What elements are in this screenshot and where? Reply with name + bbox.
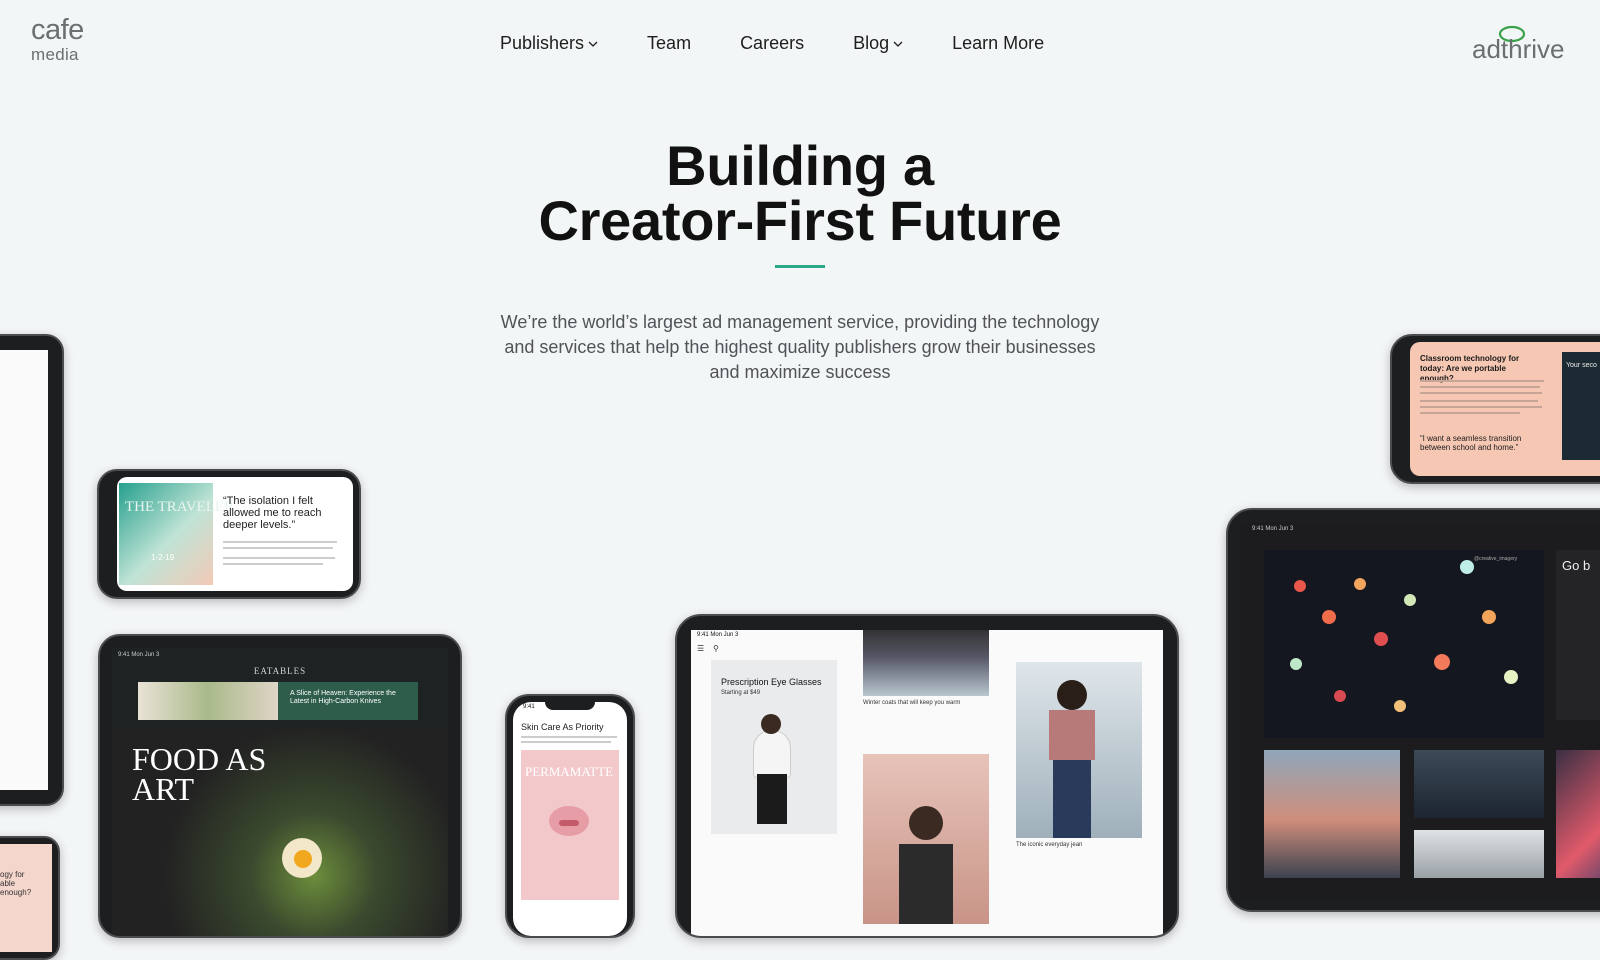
hero-title-line1: Building a bbox=[666, 134, 934, 197]
fashion-status: 9:41 Mon Jun 3 bbox=[697, 632, 739, 638]
sunset-photo[interactable] bbox=[1264, 750, 1400, 878]
bokeh-photo[interactable]: @creative_imagery bbox=[1264, 550, 1544, 738]
nav-careers-label: Careers bbox=[740, 33, 805, 53]
adthrive-wordmark: adthrive bbox=[1472, 34, 1565, 62]
card1-sub: Starting at $49 bbox=[721, 690, 761, 696]
phone-bottom-left-text: ogy for able enough? bbox=[0, 870, 32, 897]
nav-team[interactable]: Team bbox=[647, 33, 691, 54]
photo-side-text: Go b bbox=[1562, 558, 1591, 573]
hero-subtitle: We’re the world’s largest ad management … bbox=[500, 312, 1100, 382]
phone-classroom: Classroom technology for today: Are we p… bbox=[1390, 334, 1600, 484]
traveler-title: THE TRAVELER bbox=[125, 499, 235, 515]
search-icon: ⚲ bbox=[713, 644, 719, 653]
traveler-quote: “The isolation I felt allowed me to reac… bbox=[223, 495, 322, 531]
menu-icon: ☰ bbox=[697, 644, 705, 653]
classroom-quote: “I want a seamless transition between sc… bbox=[1420, 434, 1522, 452]
card3-caption: The iconic everyday jean bbox=[1016, 842, 1083, 848]
tablet-food: 9:41 Mon Jun 3 EATABLES A Slice of Heave… bbox=[98, 634, 462, 938]
skin-status: 9:41 bbox=[523, 704, 535, 710]
photo-handle: @creative_imagery bbox=[1474, 556, 1518, 562]
chevron-down-icon bbox=[893, 41, 903, 47]
card-winter-coats[interactable] bbox=[863, 630, 989, 696]
phone-skin: 9:41 Skin Care As Priority PERMAMATTE bbox=[505, 694, 635, 938]
nav-blog[interactable]: Blog bbox=[853, 33, 903, 54]
logo-line-media: media bbox=[31, 45, 79, 64]
nav-learn-more[interactable]: Learn More bbox=[952, 33, 1044, 54]
nav-team-label: Team bbox=[647, 33, 692, 53]
phone-bottom-left: ogy for able enough? bbox=[0, 836, 60, 960]
nav-careers[interactable]: Careers bbox=[740, 33, 804, 54]
adthrive-logo[interactable]: adthrive bbox=[1472, 24, 1572, 62]
nav-publishers[interactable]: Publishers bbox=[500, 33, 598, 54]
main-nav: Publishers Team Careers Blog Learn More bbox=[500, 33, 1044, 54]
phone-traveler: THE TRAVELER 1-2-19 “The isolation I fel… bbox=[97, 469, 361, 599]
tablet-left-edge bbox=[0, 334, 64, 806]
card1-title: Prescription Eye Glasses bbox=[721, 677, 822, 687]
classroom-side-text: Your seco bbox=[1566, 362, 1597, 369]
logo-line-cafe: cafe bbox=[31, 14, 84, 46]
cafemedia-logo[interactable]: cafe media bbox=[31, 14, 91, 64]
food-status: 9:41 Mon Jun 3 bbox=[118, 652, 160, 658]
card2-caption: Winter coats that will keep you warm bbox=[863, 700, 961, 706]
ocean-photo[interactable] bbox=[1414, 750, 1544, 818]
nav-publishers-label: Publishers bbox=[500, 33, 585, 53]
hero-title-line2: Creator-First Future bbox=[538, 189, 1062, 252]
hero-title: Building a Creator-First Future bbox=[0, 138, 1600, 249]
fog-photo[interactable] bbox=[1414, 830, 1544, 878]
nav-learn-more-label: Learn More bbox=[952, 33, 1045, 53]
tablet-photo: 9:41 Mon Jun 3 @creative_imagery Go b bbox=[1226, 508, 1600, 912]
food-brand: EATABLES bbox=[253, 666, 307, 676]
skin-title: Skin Care As Priority bbox=[521, 722, 604, 732]
food-headline: FOOD AS ART bbox=[132, 741, 267, 807]
tablet-fashion: 9:41 Mon Jun 3 ☰ ⚲ Prescription Eye Glas… bbox=[675, 614, 1179, 938]
chevron-down-icon bbox=[588, 41, 598, 47]
food-ad-text: A Slice of Heaven: Experience the Latest… bbox=[290, 690, 396, 705]
accent-divider bbox=[775, 265, 825, 268]
photo-status: 9:41 Mon Jun 3 bbox=[1252, 526, 1294, 532]
traveler-date: 1-2-19 bbox=[151, 553, 175, 562]
skin-ad-title: PERMAMATTE bbox=[525, 764, 614, 779]
nav-blog-label: Blog bbox=[853, 33, 890, 53]
